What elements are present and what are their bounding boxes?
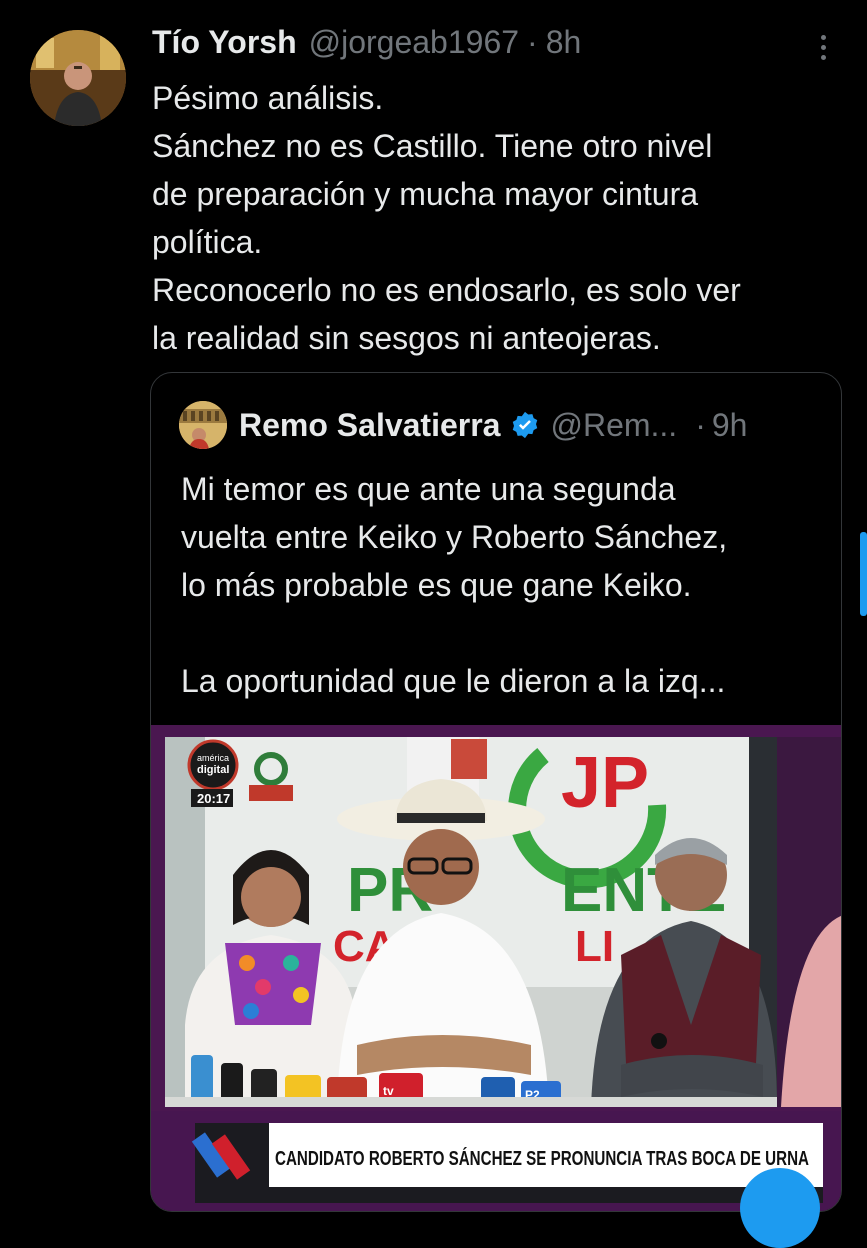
profile-photo-icon — [30, 30, 126, 126]
quoted-line: vuelta entre Keiko y Roberto Sánchez, — [181, 519, 728, 555]
author-avatar[interactable] — [30, 30, 126, 126]
quoted-tweet-time[interactable]: 9h — [712, 407, 748, 444]
banner-text: LI — [575, 922, 614, 971]
channel-clock: 20:17 — [197, 791, 230, 806]
quoted-tweet-text: Mi temor es que ante una segunda vuelta … — [181, 465, 821, 705]
more-options-icon[interactable] — [806, 30, 840, 64]
compose-post-button[interactable] — [740, 1168, 820, 1248]
mic-label: tv — [383, 1084, 394, 1098]
tweet-line: la realidad sin sesgos ni anteojeras. — [152, 320, 661, 356]
tweet-header: Tío Yorsh @jorgeab1967 · 8h — [152, 22, 581, 62]
tweet-line: de preparación y mucha mayor cintura — [152, 176, 699, 212]
quoted-author-handle[interactable]: @Rem... — [550, 407, 677, 444]
quoted-line — [181, 609, 821, 657]
party-logo-text: JP — [561, 743, 649, 823]
tweet-line: Sánchez no es Castillo. Tiene otro nivel — [152, 128, 713, 164]
tweet-line: Reconocerlo no es endosarlo, es solo ver — [152, 272, 741, 308]
separator-dot: · — [695, 406, 706, 443]
news-chyron: CANDIDATO ROBERTO SÁNCHEZ SE PRONUNCIA T… — [275, 1147, 809, 1170]
channel-logo-text: américa — [197, 753, 229, 763]
quoted-tweet-header: Remo Salvatierra @Rem... · 9h — [239, 401, 747, 449]
quoted-line: lo más probable es que gane Keiko. — [181, 567, 692, 603]
quoted-line: La oportunidad que le dieron a la izq... — [181, 663, 726, 699]
press-conference-photo: JP PR ENTE CAS LI tv P2 américa digital … — [151, 725, 841, 1211]
quoted-author-avatar[interactable] — [179, 401, 227, 449]
quoted-media-image[interactable]: JP PR ENTE CAS LI tv P2 américa digital … — [151, 725, 841, 1211]
tweet-text: Pésimo análisis. Sánchez no es Castillo.… — [152, 74, 842, 362]
profile-photo-icon — [179, 401, 227, 449]
verified-badge-icon — [513, 411, 538, 439]
scrollbar[interactable] — [860, 532, 867, 616]
tweet-line: Pésimo análisis. — [152, 80, 384, 116]
quoted-line: Mi temor es que ante una segunda — [181, 471, 676, 507]
tweet-time[interactable]: 8h — [546, 24, 582, 61]
quoted-author-name[interactable]: Remo Salvatierra — [239, 407, 500, 444]
quoted-tweet-card[interactable]: Remo Salvatierra @Rem... · 9h Mi temor e… — [150, 372, 842, 1212]
tweet-line: política. — [152, 224, 263, 260]
author-handle[interactable]: @jorgeab1967 — [309, 24, 519, 61]
channel-logo-icon: américa digital — [187, 739, 239, 791]
separator-dot: · — [527, 23, 538, 60]
author-name[interactable]: Tío Yorsh — [152, 24, 297, 61]
channel-logo-text: digital — [197, 764, 229, 776]
